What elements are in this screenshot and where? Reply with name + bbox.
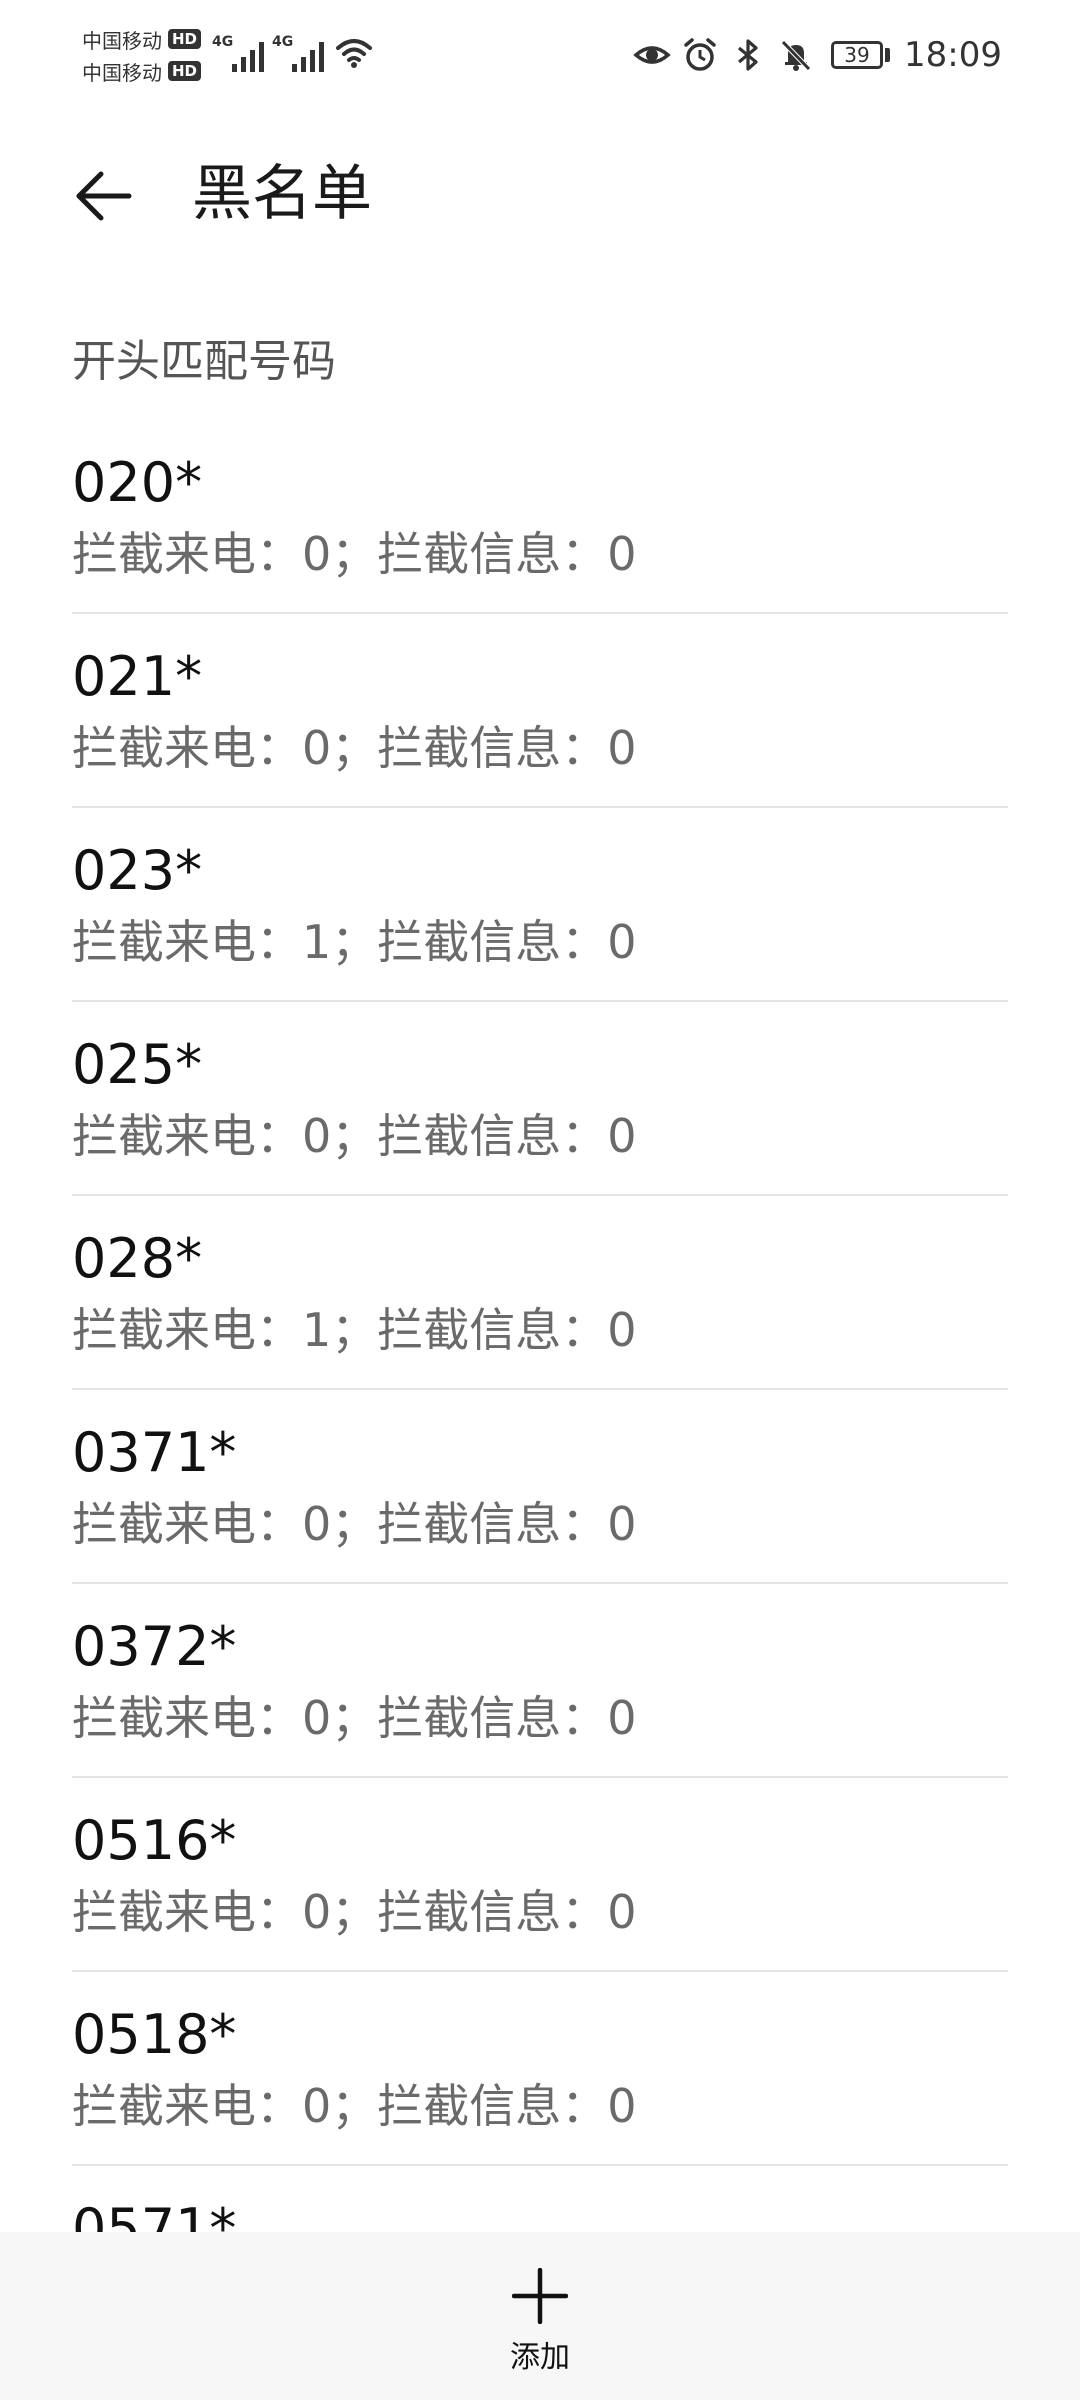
wifi-icon — [336, 39, 372, 68]
back-button[interactable] — [58, 156, 148, 236]
add-label: 添加 — [510, 2340, 570, 2375]
list-item[interactable]: 0516* 拦截来电：0；拦截信息：0 — [0, 1778, 1080, 1972]
item-stats: 拦截来电：0；拦截信息：0 — [72, 1691, 637, 1745]
signal-bars-icon — [232, 42, 264, 72]
item-stats: 拦截来电：0；拦截信息：0 — [72, 721, 637, 775]
blacklist-list: 020* 拦截来电：0；拦截信息：0 021* 拦截来电：0；拦截信息：0 02… — [0, 420, 1080, 2360]
item-stats: 拦截来电：1；拦截信息：0 — [72, 915, 637, 969]
battery-level: 39 — [844, 43, 870, 67]
carrier-line-2: 中国移动 HD — [82, 56, 202, 86]
item-stats: 拦截来电：0；拦截信息：0 — [72, 1109, 637, 1163]
item-stats: 拦截来电：0；拦截信息：0 — [72, 1885, 637, 1939]
battery-icon: 39 — [831, 41, 884, 69]
status-right: 39 18:09 — [623, 30, 1002, 80]
carrier-name-1: 中国移动 — [82, 28, 162, 53]
item-number: 023* — [72, 839, 203, 902]
item-number: 028* — [72, 1227, 203, 1290]
list-item[interactable]: 0371* 拦截来电：0；拦截信息：0 — [0, 1390, 1080, 1584]
section-header: 开头匹配号码 — [72, 336, 336, 387]
list-item[interactable]: 028* 拦截来电：1；拦截信息：0 — [0, 1196, 1080, 1390]
signal-bars-icon — [292, 42, 324, 72]
item-stats: 拦截来电：1；拦截信息：0 — [72, 1303, 637, 1357]
item-number: 020* — [72, 451, 203, 514]
item-stats: 拦截来电：0；拦截信息：0 — [72, 527, 637, 581]
list-item[interactable]: 023* 拦截来电：1；拦截信息：0 — [0, 808, 1080, 1002]
item-stats: 拦截来电：0；拦截信息：0 — [72, 2079, 637, 2133]
eye-icon — [633, 46, 671, 64]
item-number: 0372* — [72, 1615, 237, 1678]
plus-icon — [512, 2268, 568, 2324]
clock: 18:09 — [904, 35, 1002, 75]
app-bar: 黑名单 — [0, 130, 1080, 260]
list-item[interactable]: 0372* 拦截来电：0；拦截信息：0 — [0, 1584, 1080, 1778]
bluetooth-icon — [737, 39, 758, 71]
status-bar: 中国移动 HD 中国移动 HD 4G 4G 39 18:09 — [0, 0, 1080, 110]
bottom-bar: 添加 — [0, 2232, 1080, 2400]
item-number: 0371* — [72, 1421, 237, 1484]
screen: 中国移动 HD 中国移动 HD 4G 4G 39 18:09 黑名单 开头匹配号… — [0, 0, 1080, 2400]
list-item[interactable]: 0518* 拦截来电：0；拦截信息：0 — [0, 1972, 1080, 2166]
list-item[interactable]: 025* 拦截来电：0；拦截信息：0 — [0, 1002, 1080, 1196]
alarm-icon — [684, 38, 716, 71]
page-title: 黑名单 — [192, 159, 372, 229]
item-number: 0518* — [72, 2003, 237, 2066]
list-item[interactable]: 021* 拦截来电：0；拦截信息：0 — [0, 614, 1080, 808]
carrier-line-1: 中国移动 HD — [82, 24, 202, 54]
hd-badge-2: HD — [168, 61, 202, 81]
battery-cap — [885, 48, 891, 62]
list-item[interactable]: 020* 拦截来电：0；拦截信息：0 — [0, 420, 1080, 614]
item-number: 0516* — [72, 1809, 237, 1872]
add-button[interactable]: 添加 — [440, 2246, 640, 2392]
carrier-name-2: 中国移动 — [82, 60, 162, 85]
hd-badge-1: HD — [168, 29, 202, 49]
item-number: 025* — [72, 1033, 203, 1096]
arrow-left-icon — [76, 171, 132, 221]
item-stats: 拦截来电：0；拦截信息：0 — [72, 1497, 637, 1551]
item-number: 021* — [72, 645, 203, 708]
bell-muted-icon — [781, 40, 811, 71]
